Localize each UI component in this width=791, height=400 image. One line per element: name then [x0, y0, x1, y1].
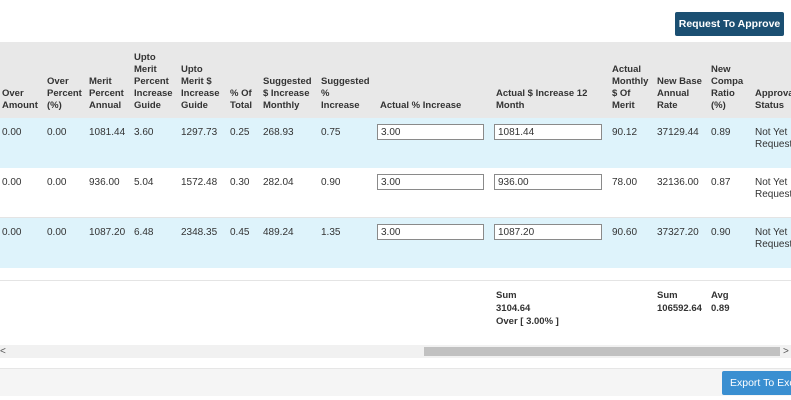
horizontal-scrollbar[interactable]: < >: [0, 345, 791, 358]
footer-bar: Export To Excel: [0, 368, 791, 396]
table-header: Over Amount Over Percent (%) Merit Perce…: [0, 42, 791, 118]
cell-pct-total: 0.30: [230, 177, 250, 188]
cell-suggested-pct: 0.90: [321, 177, 341, 188]
cell-upto-pct-guide: 3.60: [134, 127, 154, 138]
cell-new-compa: 0.89: [711, 127, 731, 138]
actual-usd-input[interactable]: [494, 124, 602, 140]
header-suggested-pct[interactable]: Suggested % Increase: [321, 76, 370, 112]
cell-approval-status: Not Yet Requested: [755, 227, 791, 250]
header-actual-usd-12-month[interactable]: Actual $ Increase 12 Month: [496, 88, 587, 112]
cell-actual-monthly: 90.60: [612, 227, 638, 238]
toolbar: Request To Approve: [0, 0, 791, 42]
cell-new-base: 37129.44: [657, 127, 699, 138]
header-approval-status[interactable]: Approval Status: [755, 88, 791, 112]
cell-upto-usd-guide: 2348.35: [181, 227, 218, 238]
cell-new-compa: 0.87: [711, 177, 731, 188]
header-merit-percent-annual[interactable]: Merit Percent Annual: [89, 76, 124, 112]
cell-merit-annual: 1081.44: [89, 127, 126, 138]
header-over-amount[interactable]: Over Amount: [2, 88, 38, 112]
header-actual-pct-increase[interactable]: Actual % Increase: [380, 100, 461, 112]
cell-suggested-usd-monthly: 489.24: [263, 227, 294, 238]
actual-usd-input[interactable]: [494, 224, 602, 240]
header-new-compa-ratio[interactable]: New Compa Ratio (%): [711, 64, 743, 112]
cell-upto-pct-guide: 6.48: [134, 227, 154, 238]
table-row: 0.00 0.00 1087.20 6.48 2348.35 0.45 489.…: [0, 218, 791, 268]
cell-over-percent: 0.00: [47, 227, 67, 238]
cell-merit-annual: 1087.20: [89, 227, 126, 238]
summary-new-base: Sum 106592.64: [657, 290, 702, 314]
actual-pct-input[interactable]: [377, 174, 484, 190]
cell-upto-usd-guide: 1572.48: [181, 177, 218, 188]
header-upto-merit-usd-guide[interactable]: Upto Merit $ Increase Guide: [181, 64, 220, 112]
summary-new-compa: Avg 0.89: [711, 290, 730, 314]
cell-upto-pct-guide: 5.04: [134, 177, 154, 188]
header-actual-monthly-merit[interactable]: Actual Monthly $ Of Merit: [612, 64, 648, 112]
cell-new-compa: 0.90: [711, 227, 731, 238]
table-row: 0.00 0.00 936.00 5.04 1572.48 0.30 282.0…: [0, 168, 791, 218]
cell-over-amount: 0.00: [2, 127, 22, 138]
header-over-percent[interactable]: Over Percent (%): [47, 76, 82, 112]
scroll-thumb[interactable]: [424, 347, 780, 356]
summary-actual-usd: Sum 3104.64 Over [ 3.00% ]: [496, 290, 559, 327]
cell-over-percent: 0.00: [47, 127, 67, 138]
request-to-approve-button[interactable]: Request To Approve: [675, 12, 784, 36]
cell-over-percent: 0.00: [47, 177, 67, 188]
cell-approval-status: Not Yet Requested: [755, 127, 791, 150]
table-spacer: [0, 268, 791, 281]
cell-actual-monthly: 90.12: [612, 127, 638, 138]
table-row: 0.00 0.00 1081.44 3.60 1297.73 0.25 268.…: [0, 118, 791, 168]
header-new-base-annual-rate[interactable]: New Base Annual Rate: [657, 76, 702, 112]
cell-pct-total: 0.45: [230, 227, 250, 238]
cell-pct-total: 0.25: [230, 127, 250, 138]
cell-new-base: 32136.00: [657, 177, 699, 188]
cell-over-amount: 0.00: [2, 227, 22, 238]
cell-actual-monthly: 78.00: [612, 177, 638, 188]
cell-merit-annual: 936.00: [89, 177, 120, 188]
actual-pct-input[interactable]: [377, 124, 484, 140]
cell-over-amount: 0.00: [2, 177, 22, 188]
scroll-right-arrow-icon[interactable]: >: [783, 345, 791, 358]
export-to-excel-button[interactable]: Export To Excel: [722, 371, 791, 395]
cell-suggested-pct: 1.35: [321, 227, 341, 238]
cell-new-base: 37327.20: [657, 227, 699, 238]
scroll-left-arrow-icon[interactable]: <: [0, 345, 10, 358]
actual-pct-input[interactable]: [377, 224, 484, 240]
header-pct-of-total[interactable]: % Of Total: [230, 88, 252, 112]
cell-suggested-usd-monthly: 282.04: [263, 177, 294, 188]
summary-row: Sum 3104.64 Over [ 3.00% ] Sum 106592.64…: [0, 281, 791, 341]
actual-usd-input[interactable]: [494, 174, 602, 190]
cell-suggested-usd-monthly: 268.93: [263, 127, 294, 138]
cell-upto-usd-guide: 1297.73: [181, 127, 218, 138]
cell-suggested-pct: 0.75: [321, 127, 341, 138]
header-suggested-usd-monthly[interactable]: Suggested $ Increase Monthly: [263, 76, 312, 112]
cell-approval-status: Not Yet Requested: [755, 177, 791, 200]
header-upto-merit-percent-guide[interactable]: Upto Merit Percent Increase Guide: [134, 52, 173, 112]
